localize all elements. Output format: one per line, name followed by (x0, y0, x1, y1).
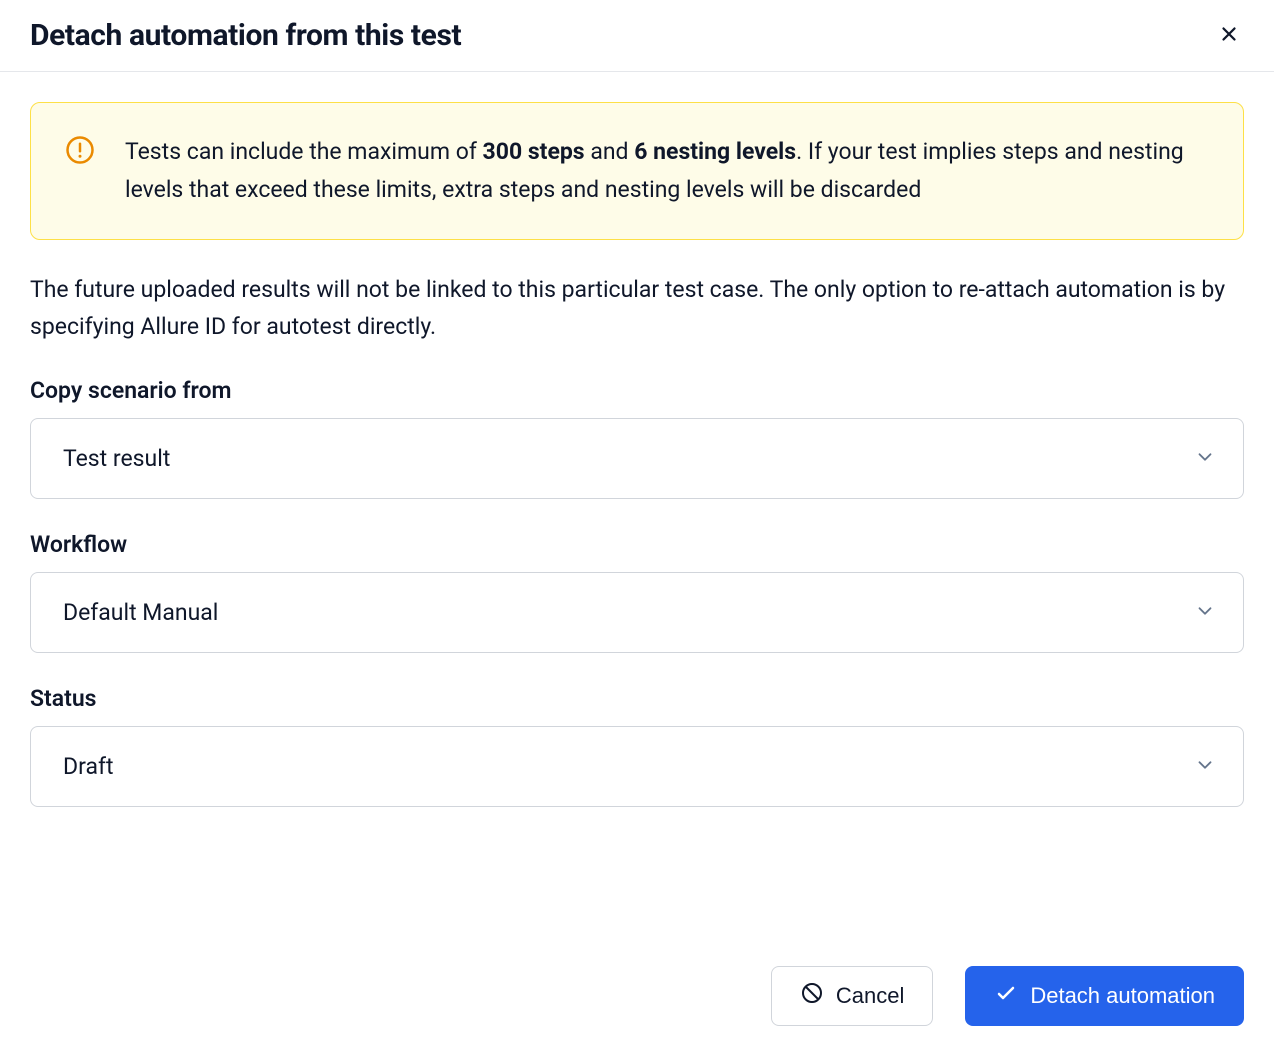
detach-automation-button[interactable]: Detach automation (965, 966, 1244, 1026)
copy-scenario-select[interactable]: Test result (30, 418, 1244, 499)
alert-nesting: 6 nesting levels (634, 138, 796, 165)
limits-alert: Tests can include the maximum of 300 ste… (30, 102, 1244, 240)
alert-and: and (585, 138, 635, 165)
status-value: Draft (63, 753, 113, 780)
workflow-field: Workflow Default Manual (30, 531, 1244, 653)
status-select[interactable]: Draft (30, 726, 1244, 807)
dialog-body: Tests can include the maximum of 300 ste… (0, 72, 1274, 936)
status-select-wrapper: Draft (30, 726, 1244, 807)
status-label: Status (30, 685, 1244, 712)
workflow-label: Workflow (30, 531, 1244, 558)
alert-text: Tests can include the maximum of 300 ste… (125, 133, 1209, 209)
copy-scenario-select-wrapper: Test result (30, 418, 1244, 499)
close-button[interactable] (1214, 19, 1244, 52)
copy-scenario-label: Copy scenario from (30, 377, 1244, 404)
copy-scenario-field: Copy scenario from Test result (30, 377, 1244, 499)
dialog-footer: Cancel Detach automation (0, 936, 1274, 1056)
description-text: The future uploaded results will not be … (30, 272, 1244, 346)
workflow-value: Default Manual (63, 599, 218, 626)
workflow-select-wrapper: Default Manual (30, 572, 1244, 653)
status-field: Status Draft (30, 685, 1244, 807)
workflow-select[interactable]: Default Manual (30, 572, 1244, 653)
close-icon (1218, 23, 1240, 48)
alert-steps: 300 steps (483, 138, 585, 165)
detach-label: Detach automation (1030, 983, 1215, 1009)
check-icon (994, 981, 1018, 1011)
prohibit-icon (800, 981, 824, 1011)
dialog-header: Detach automation from this test (0, 0, 1274, 72)
alert-prefix: Tests can include the maximum of (125, 138, 483, 165)
cancel-button[interactable]: Cancel (771, 966, 933, 1026)
warning-icon (65, 135, 95, 169)
copy-scenario-value: Test result (63, 445, 170, 472)
detach-automation-dialog: Detach automation from this test Tests c… (0, 0, 1274, 1056)
dialog-title: Detach automation from this test (30, 18, 461, 53)
cancel-label: Cancel (836, 983, 904, 1009)
